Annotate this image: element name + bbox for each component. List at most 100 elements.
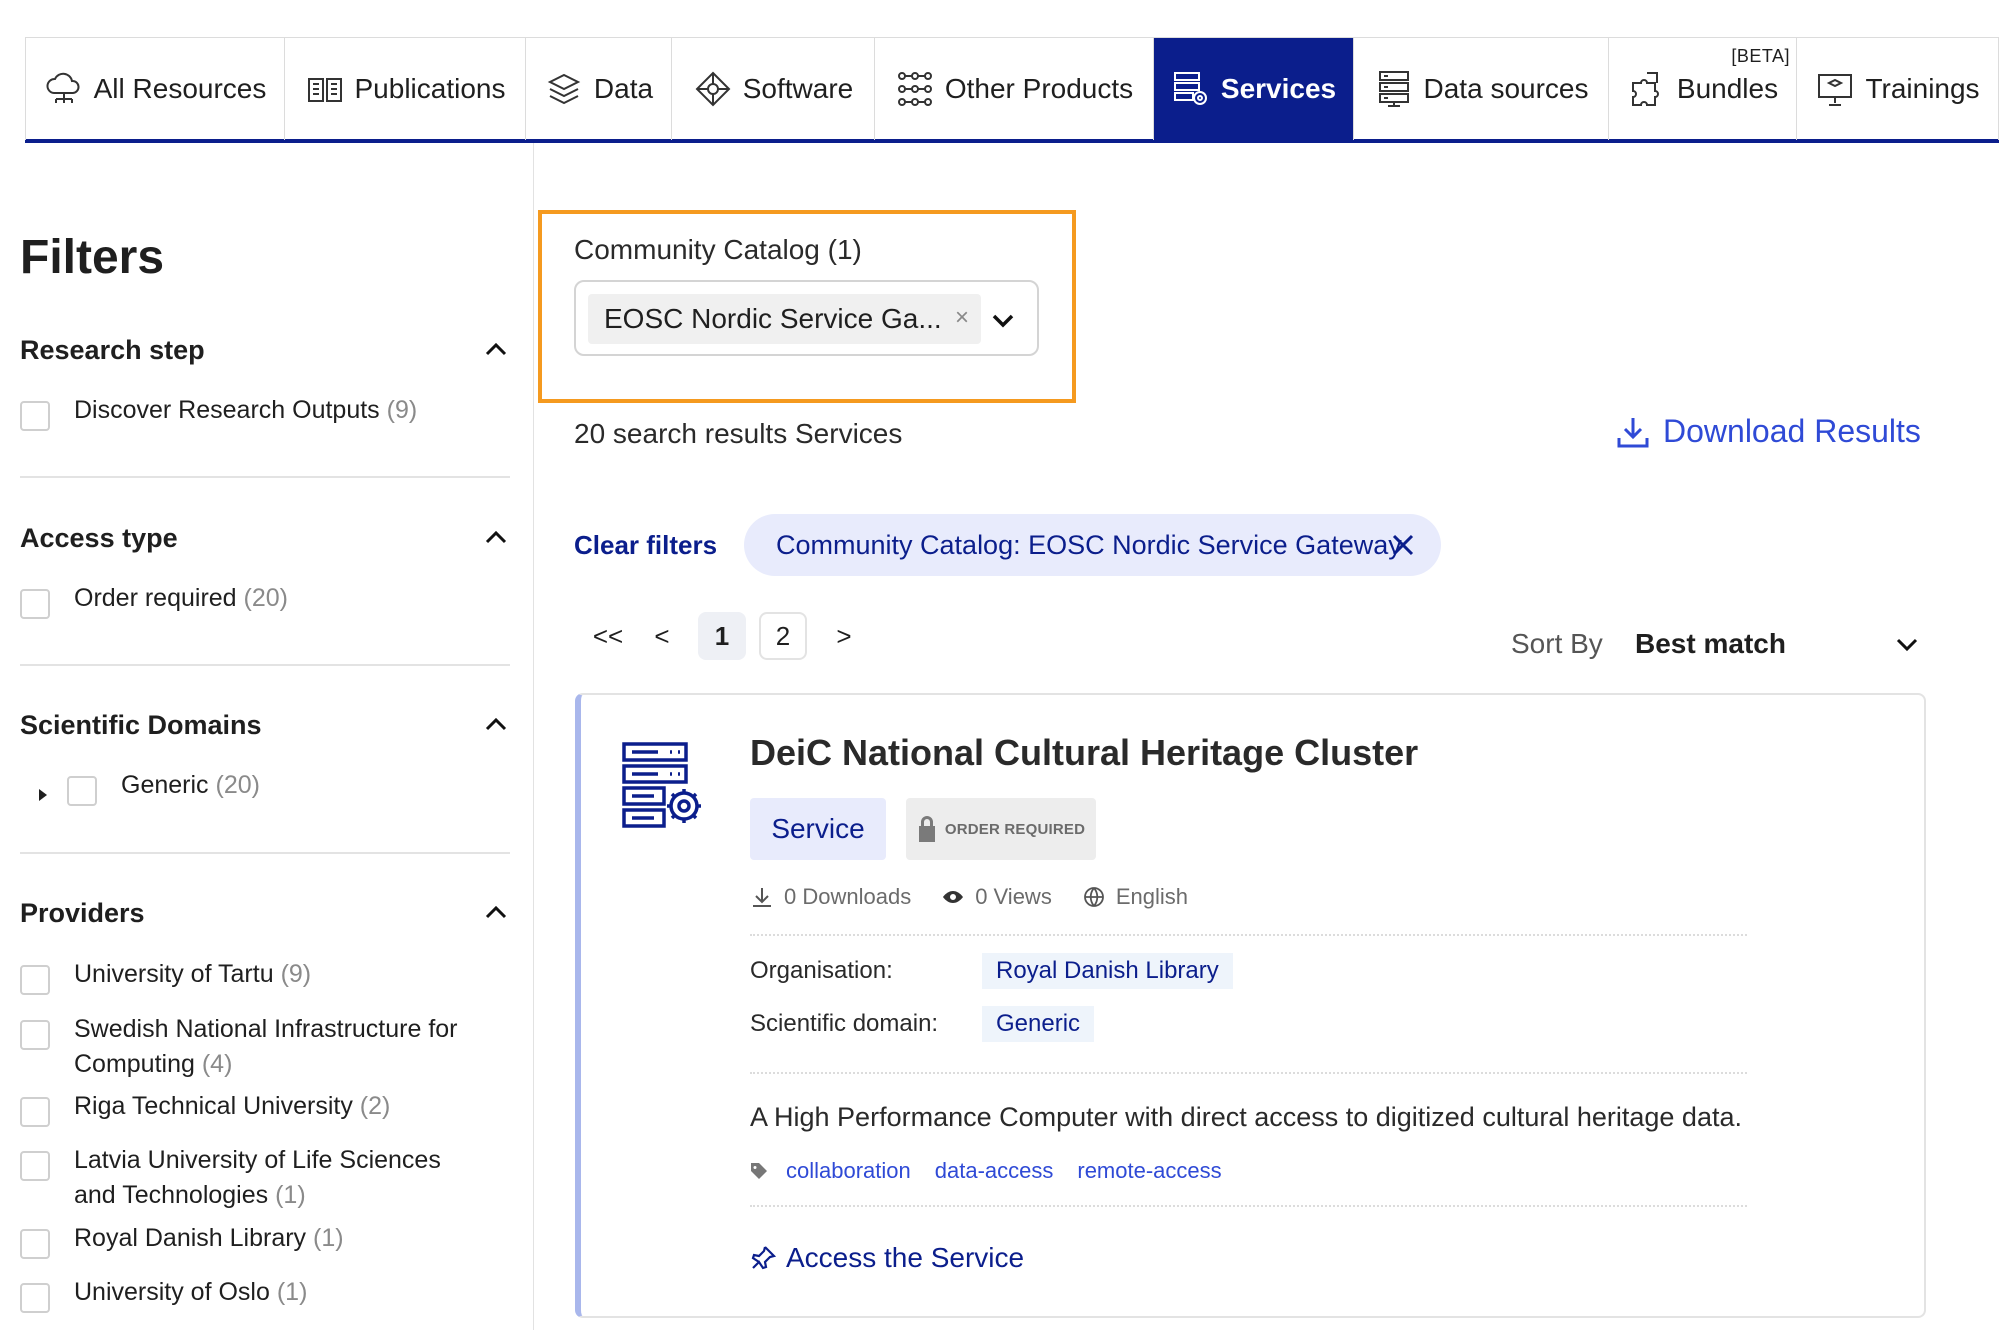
- download-results-button[interactable]: Download Results: [1615, 413, 1921, 450]
- layers-icon: [547, 73, 581, 105]
- downloads-count: 0 Downloads: [784, 884, 912, 909]
- views-stat: 0 Views: [941, 884, 1052, 910]
- catalog-selected-chip: EOSC Nordic Service Ga... ×: [588, 294, 981, 344]
- filter-option-label: Swedish National Infrastructure for Compu…: [74, 1015, 458, 1078]
- filter-option[interactable]: Generic (20): [67, 768, 260, 806]
- filter-option[interactable]: University of Oslo (1): [20, 1275, 307, 1313]
- filter-option[interactable]: Discover Research Outputs (9): [20, 393, 417, 431]
- filter-section-header[interactable]: Scientific Domains: [20, 705, 510, 745]
- checkbox[interactable]: [67, 776, 97, 806]
- chevron-up-icon[interactable]: [482, 899, 510, 927]
- filter-option-label: Order required (20): [74, 584, 288, 612]
- type-badge: Service: [750, 798, 886, 860]
- checkbox[interactable]: [20, 1020, 50, 1050]
- dotted-divider: [750, 1072, 1747, 1074]
- tab-bundles[interactable]: [BETA] Bundles: [1609, 38, 1797, 140]
- scientific-domain-chip[interactable]: Generic: [982, 1006, 1095, 1042]
- chevron-up-icon[interactable]: [482, 711, 510, 739]
- downloads-stat: 0 Downloads: [750, 884, 911, 910]
- pagination-prev[interactable]: <: [650, 612, 674, 660]
- sort-by-label: Sort By: [1511, 628, 1603, 659]
- tab-label: Publications: [354, 73, 506, 104]
- filter-section-header[interactable]: Providers: [20, 893, 510, 933]
- tab-other-products[interactable]: Other Products: [875, 38, 1154, 140]
- filter-section-header[interactable]: Research step: [20, 330, 510, 370]
- tab-services[interactable]: Services: [1154, 38, 1354, 140]
- tab-label: Services: [1220, 73, 1337, 104]
- filter-option[interactable]: Swedish National Infrastructure for Compu…: [20, 1012, 458, 1082]
- checkbox[interactable]: [20, 589, 50, 619]
- filter-option[interactable]: Royal Danish Library (1): [20, 1221, 344, 1259]
- tab-all-resources[interactable]: All Resources: [25, 38, 285, 140]
- tab-software[interactable]: Software: [672, 38, 875, 140]
- resource-tabs: All Resources Publications Data Software…: [25, 37, 1999, 143]
- chevron-down-icon[interactable]: [989, 306, 1017, 334]
- chevron-up-icon[interactable]: [482, 336, 510, 364]
- tab-label: Data sources: [1423, 73, 1589, 104]
- filter-section-title: Scientific Domains: [20, 709, 262, 740]
- dotted-divider: [750, 1205, 1747, 1207]
- result-stats: 0 Downloads 0 Views English: [750, 884, 1188, 910]
- pagination-next[interactable]: >: [832, 612, 856, 660]
- filter-option[interactable]: Riga Technical University (2): [20, 1089, 390, 1127]
- checkbox[interactable]: [20, 1283, 50, 1313]
- filter-option[interactable]: Latvia University of Life Sciences and Te…: [20, 1143, 441, 1213]
- filter-divider: [20, 476, 510, 478]
- filter-section-header[interactable]: Access type: [20, 518, 510, 558]
- organisation-chip[interactable]: Royal Danish Library: [982, 953, 1233, 989]
- checkbox[interactable]: [20, 1097, 50, 1127]
- clear-filters-link[interactable]: Clear filters: [574, 530, 717, 561]
- access-service-link[interactable]: Access the Service: [750, 1242, 1024, 1274]
- checkbox[interactable]: [20, 1151, 50, 1181]
- sort-by-select[interactable]: Best match: [1635, 628, 1786, 660]
- tab-data[interactable]: Data: [526, 38, 672, 140]
- beta-badge: [BETA]: [1731, 46, 1790, 66]
- database-rack-icon: [1378, 71, 1409, 107]
- tab-publications[interactable]: Publications: [285, 38, 526, 140]
- checkbox[interactable]: [20, 965, 50, 995]
- checkbox[interactable]: [20, 401, 50, 431]
- close-icon[interactable]: ×: [955, 304, 969, 332]
- filter-option-label: Generic (20): [121, 771, 260, 799]
- active-filter-label: Community Catalog: EOSC Nordic Service G…: [776, 529, 1402, 560]
- chevron-up-icon[interactable]: [482, 524, 510, 552]
- book-icon: [307, 78, 342, 102]
- tag-link[interactable]: data-access: [935, 1158, 1054, 1184]
- catalog-select[interactable]: EOSC Nordic Service Ga... ×: [574, 280, 1039, 356]
- tab-data-sources[interactable]: Data sources: [1354, 38, 1609, 140]
- tab-label: All Resources: [93, 73, 267, 104]
- tag-link[interactable]: collaboration: [786, 1158, 911, 1184]
- pagination-page-1[interactable]: 1: [698, 612, 746, 660]
- puzzle-icon: [1631, 72, 1659, 106]
- tab-label: Trainings: [1865, 73, 1980, 104]
- views-count: 0 Views: [975, 884, 1052, 909]
- filter-option[interactable]: University of Tartu (9): [20, 957, 311, 995]
- filter-option-label: University of Oslo (1): [74, 1278, 308, 1306]
- download-icon: [1617, 417, 1649, 447]
- catalog-selected-value: EOSC Nordic Service Ga...: [604, 303, 942, 334]
- checkbox[interactable]: [20, 1229, 50, 1259]
- chevron-down-icon[interactable]: [1893, 630, 1921, 658]
- filter-divider: [20, 664, 510, 666]
- download-icon: [753, 888, 771, 907]
- presentation-icon: [1818, 74, 1853, 106]
- pagination-first[interactable]: <<: [588, 612, 628, 660]
- filter-option-label: Riga Technical University (2): [74, 1092, 391, 1120]
- access-service-label: Access the Service: [786, 1242, 1025, 1273]
- sidebar-divider: [533, 143, 534, 1330]
- filter-section-providers: Providers: [20, 893, 510, 933]
- result-title[interactable]: DeiC National Cultural Heritage Cluster: [750, 732, 1418, 774]
- tag-link[interactable]: remote-access: [1077, 1158, 1221, 1184]
- tab-label: Data: [593, 73, 654, 104]
- close-icon[interactable]: [1391, 533, 1415, 557]
- pagination-page-2[interactable]: 2: [759, 612, 807, 660]
- filter-option[interactable]: Order required (20): [20, 581, 288, 619]
- server-gear-icon: [1173, 72, 1207, 105]
- results-count: 20 search results Services: [574, 418, 903, 449]
- eye-icon: [943, 891, 964, 903]
- download-results-label: Download Results: [1663, 413, 1921, 449]
- filter-section-research-step: Research step: [20, 330, 510, 478]
- tab-trainings[interactable]: Trainings: [1797, 38, 1999, 140]
- filters-title: Filters: [20, 231, 165, 284]
- expand-triangle-icon[interactable]: [39, 789, 47, 801]
